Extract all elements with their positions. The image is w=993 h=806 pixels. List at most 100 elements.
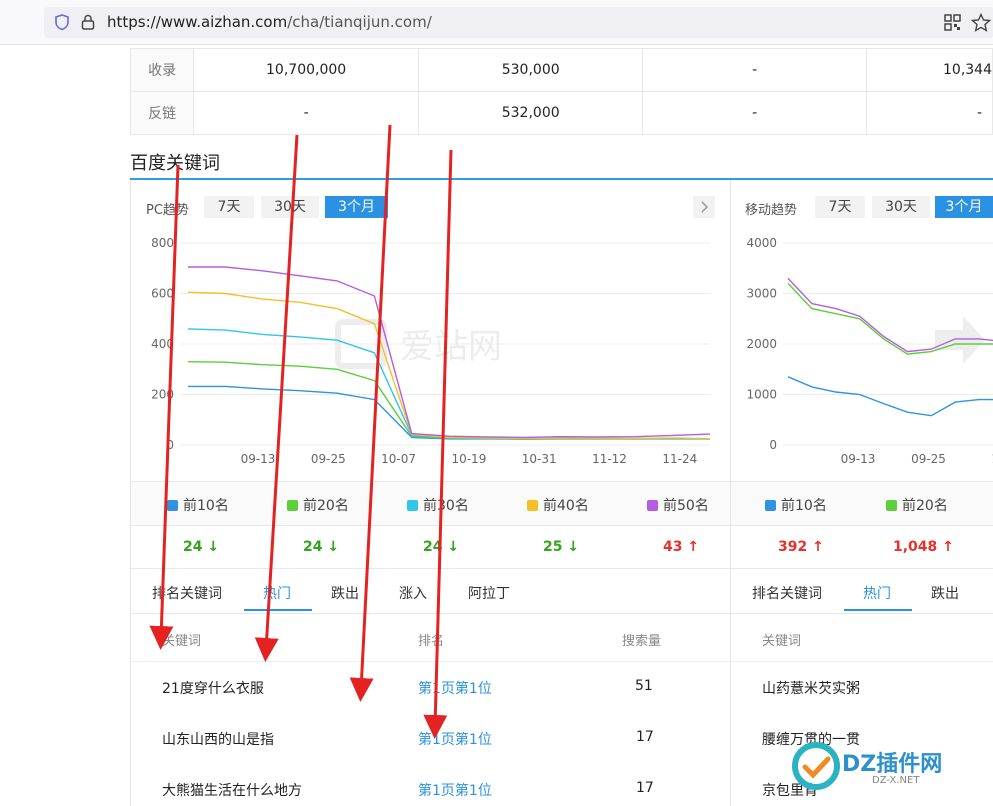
legend-swatch (647, 500, 658, 511)
keyword-cell[interactable]: 大熊猫生活在什么地方 (162, 780, 302, 800)
y-tick-label: 3000 (746, 287, 777, 301)
y-tick-label: 4000 (746, 236, 777, 250)
row-label: 反链 (129, 91, 195, 135)
pc-legend-item[interactable]: 前30名 (407, 495, 469, 515)
legend-swatch (167, 500, 178, 511)
volume-cell: 51 (635, 678, 653, 694)
rank-link[interactable]: 第1页第1位 (418, 678, 492, 698)
count-value: 392 (778, 539, 808, 555)
volume-cell: 17 (636, 780, 654, 796)
legend-swatch (527, 500, 538, 511)
count-value: 1,048 (893, 539, 938, 555)
legend-swatch (765, 500, 776, 511)
table-cell: - (642, 48, 867, 92)
mobile-active-tab-underline (844, 609, 912, 611)
table-cell: - (642, 91, 867, 135)
arrow-down-icon: ↓ (322, 539, 340, 555)
mobile-legend-item[interactable]: 前10名 (765, 495, 827, 515)
pc-3month-button[interactable]: 3个月 (325, 196, 388, 218)
legend-label: 前40名 (543, 498, 589, 514)
star-bookmark-icon[interactable] (971, 13, 991, 32)
mobile-tab-ranking-keywords[interactable]: 排名关键词 (752, 583, 822, 603)
pc-count: 24 ↓ (423, 539, 459, 555)
pc-7day-button[interactable]: 7天 (204, 196, 254, 218)
count-value: 24 (423, 539, 443, 555)
column-header-keyword: 关键词 (162, 634, 202, 649)
header-divider (131, 661, 993, 662)
mobile-trend-label: 移动趋势 (745, 203, 798, 218)
x-tick-label: 09-25 (911, 452, 946, 466)
badge-subtitle: DZ-X.NET (872, 775, 920, 786)
qr-code-icon[interactable] (944, 14, 961, 31)
pc-legend-item[interactable]: 前40名 (527, 495, 589, 515)
keyword-cell[interactable]: 21度穿什么衣服 (162, 678, 264, 698)
count-value: 24 (303, 539, 323, 555)
pc-trend-chart: 爱站网 0 200 400 600 800 09-13 09-25 10-07 10-19 10-… (151, 236, 711, 466)
mobile-column-header-keyword: 关键词 (762, 634, 802, 649)
table-cell: 532,000 (417, 91, 644, 135)
table-row: 收录 10,700,000 530,000 - 10,344 (129, 48, 993, 92)
tab-rose-in[interactable]: 涨入 (399, 583, 427, 603)
stats-table: 收录 10,700,000 530,000 - 10,344 反链 - 532,… (129, 48, 993, 135)
table-row: 反链 - 532,000 - - (129, 91, 993, 135)
mobile-trend-chart: 0100020003000400009-1309-2510 (746, 236, 993, 466)
mobile-tab-hot[interactable]: 热门 (863, 583, 891, 603)
mobile-3month-button[interactable]: 3个月 (935, 196, 993, 218)
active-tab-underline (244, 609, 312, 611)
x-tick-label: 09-13 (841, 452, 876, 466)
y-tick-label: 400 (151, 337, 174, 351)
url-text[interactable]: https://www.aizhan.com/cha/tianqijun.com… (107, 13, 432, 31)
legend-label: 前20名 (902, 498, 948, 514)
y-tick-label: 800 (151, 236, 174, 250)
y-tick-label: 1000 (746, 388, 777, 402)
mobile-count: 392 ↑ (778, 539, 824, 555)
count-value: 25 (543, 539, 563, 555)
lock-icon[interactable] (80, 13, 96, 31)
mobile-tab-dropped-out[interactable]: 跌出 (931, 583, 959, 603)
next-arrow-button[interactable] (693, 196, 715, 218)
table-cell: 10,700,000 (193, 48, 419, 92)
x-tick-label: 11-12 (592, 452, 627, 466)
pc-legend-item[interactable]: 前20名 (287, 495, 349, 515)
mobile-7day-button[interactable]: 7天 (815, 196, 865, 218)
y-tick-label: 0 (769, 438, 777, 452)
volume-cell: 17 (636, 729, 654, 745)
legend-label: 前50名 (663, 498, 709, 514)
tab-dropped-out[interactable]: 跌出 (331, 583, 359, 603)
table-cell: - (193, 91, 419, 135)
mobile-keyword-cell[interactable]: 山药薏米芡实粥 (762, 678, 860, 698)
table-cell: 10,344 (866, 48, 993, 92)
tab-ranking-keywords[interactable]: 排名关键词 (152, 583, 222, 603)
y-tick-label: 0 (166, 438, 174, 452)
count-value: 43 (663, 539, 683, 555)
legend-swatch (287, 500, 298, 511)
mobile-legend-item[interactable]: 前20名 (886, 495, 948, 515)
x-tick-label: 09-13 (241, 452, 276, 466)
arrow-down-icon: ↓ (442, 539, 460, 555)
pc-count: 24 ↓ (183, 539, 219, 555)
pc-30day-button[interactable]: 30天 (261, 196, 319, 218)
arrow-up-icon: ↑ (937, 539, 954, 555)
pc-legend-item[interactable]: 前10名 (167, 495, 229, 515)
legend-label: 前10名 (781, 498, 827, 514)
tab-aladdin[interactable]: 阿拉丁 (468, 583, 510, 603)
y-tick-label: 2000 (746, 337, 777, 351)
pc-legend-item[interactable]: 前50名 (647, 495, 709, 515)
rank-link[interactable]: 第1页第1位 (418, 729, 492, 749)
legend-swatch (407, 500, 418, 511)
x-tick-label: 10-19 (451, 452, 486, 466)
count-value: 24 (183, 539, 203, 555)
arrow-up-icon: ↑ (682, 539, 700, 555)
tab-hot[interactable]: 热门 (263, 583, 291, 603)
dz-plugin-badge: DZ插件网 DZ-X.NET (790, 740, 980, 796)
arrow-up-icon: ↑ (807, 539, 824, 555)
url-host: https://www.aizhan.com (107, 13, 288, 31)
keyword-cell[interactable]: 山东山西的山是指 (162, 729, 274, 749)
y-tick-label: 200 (151, 388, 174, 402)
table-cell: - (866, 91, 993, 135)
mobile-30day-button[interactable]: 30天 (872, 196, 930, 218)
badge-title: DZ插件网 (842, 752, 943, 777)
rank-link[interactable]: 第1页第1位 (418, 780, 492, 800)
dz-logo-icon (792, 742, 840, 790)
shield-icon[interactable] (53, 13, 71, 31)
